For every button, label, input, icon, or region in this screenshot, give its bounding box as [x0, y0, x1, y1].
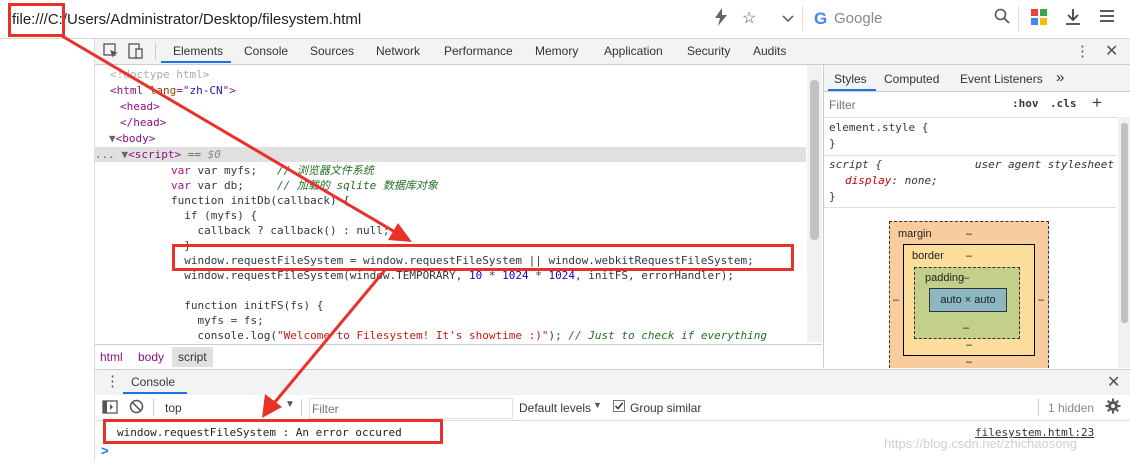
annotation-box-code: [172, 244, 794, 271]
tab-console[interactable]: Console: [244, 44, 288, 58]
context-dropdown-icon[interactable]: ▼: [285, 399, 295, 410]
watermark: https://blog.csdn.net/zhichaosong: [884, 436, 1077, 451]
group-similar-checkbox[interactable]: [613, 400, 625, 415]
google-logo-icon: G: [814, 9, 828, 28]
head-close-node[interactable]: </head>: [120, 115, 166, 130]
chevron-down-icon[interactable]: [777, 8, 799, 30]
active-tab-indicator: [828, 89, 876, 91]
tab-computed[interactable]: Computed: [884, 72, 939, 86]
annotation-box-console: [103, 419, 443, 444]
hover-state-toggle[interactable]: :hov: [1012, 97, 1039, 110]
border-top-value: –: [966, 250, 973, 262]
clear-console-icon[interactable]: [129, 399, 144, 417]
more-options-icon[interactable]: ⋮: [1075, 42, 1090, 60]
active-tab-indicator: [161, 61, 231, 63]
doctype-node[interactable]: <!doctype html>: [110, 67, 209, 82]
breadcrumb-html[interactable]: html: [100, 350, 123, 364]
margin-label: margin: [898, 228, 932, 240]
tab-elements[interactable]: Elements: [173, 44, 223, 58]
device-toolbar-icon[interactable]: [127, 43, 143, 62]
close-drawer-icon[interactable]: ✕: [1107, 372, 1120, 392]
padding-bottom-value: –: [963, 322, 970, 334]
element-style-rule[interactable]: element.style { }: [829, 120, 928, 152]
code-line-6: var var myfs; // 浏览器文件系统: [171, 164, 374, 177]
script-node[interactable]: ... ▼<script> == $0: [95, 147, 221, 162]
tab-memory[interactable]: Memory: [535, 44, 578, 58]
head-node[interactable]: <head>: [120, 99, 160, 114]
padding-label: padding: [925, 272, 965, 284]
lightning-icon[interactable]: [710, 8, 732, 30]
code-line-16: console.log("Welcome to Filesystem! It's…: [171, 329, 768, 342]
tab-event-listeners[interactable]: Event Listeners: [960, 72, 1043, 86]
inspect-element-icon[interactable]: [103, 43, 119, 62]
gear-icon[interactable]: [1105, 398, 1121, 417]
tab-performance[interactable]: Performance: [444, 44, 513, 58]
apps-icon[interactable]: [1028, 8, 1050, 30]
group-similar-label: Group similar: [630, 401, 702, 415]
breadcrumb-script[interactable]: script: [172, 347, 213, 367]
code-line-10: callback ? callback() : null;: [171, 224, 390, 237]
tab-sources[interactable]: Sources: [310, 44, 354, 58]
tab-styles[interactable]: Styles: [834, 72, 867, 86]
annotation-box-url: [8, 3, 65, 37]
devtools-tabbar: Elements Console Sources Network Perform…: [95, 39, 1130, 65]
page-viewport: [0, 39, 95, 461]
levels-dropdown-icon[interactable]: ▼: [593, 400, 602, 410]
tab-application[interactable]: Application: [604, 44, 663, 58]
tab-audits[interactable]: Audits: [753, 44, 786, 58]
tab-network[interactable]: Network: [376, 44, 420, 58]
tab-security[interactable]: Security: [687, 44, 730, 58]
class-toggle[interactable]: .cls: [1050, 97, 1077, 110]
more-tabs-icon[interactable]: »: [1056, 69, 1064, 86]
box-model-margin[interactable]: margin – – – – border – – padding – – au…: [889, 221, 1049, 368]
elements-tree: <!doctype html> <html lang="zh-CN"> <hea…: [95, 65, 807, 342]
elements-scrollbar[interactable]: [807, 65, 822, 342]
code-line-8: function initDb(callback) {: [171, 194, 350, 207]
search-box[interactable]: G Google: [808, 7, 1016, 31]
margin-left-value: –: [893, 294, 900, 306]
box-model-content[interactable]: auto × auto: [929, 288, 1007, 312]
console-filter-input[interactable]: [309, 398, 513, 419]
margin-top-value: –: [966, 228, 973, 240]
styles-filter-bar: :hov .cls +: [824, 92, 1130, 118]
border-bottom-value: –: [966, 339, 973, 351]
close-icon[interactable]: ✕: [1105, 41, 1118, 61]
code-line-15: myfs = fs;: [171, 314, 264, 327]
console-drawer-header: ⋮ Console ✕: [95, 369, 1130, 396]
hidden-count: 1 hidden: [1048, 401, 1095, 415]
margin-right-value: –: [1038, 294, 1045, 306]
styles-pane: Styles Computed Event Listeners » :hov .…: [823, 65, 1130, 368]
box-model-padding[interactable]: padding – – auto × auto: [914, 267, 1020, 339]
address-bar: file:///C:/Users/Administrator/Desktop/f…: [0, 0, 1130, 39]
body-node[interactable]: ▼<body>: [109, 131, 155, 146]
code-line-9: if (myfs) {: [171, 209, 258, 222]
script-ua-rule[interactable]: script {user agent stylesheet display: n…: [829, 157, 1114, 205]
breadcrumb: html body script: [95, 344, 822, 369]
add-rule-button[interactable]: +: [1092, 93, 1102, 113]
sidebar-toggle-icon[interactable]: [102, 400, 118, 417]
html-node[interactable]: <html lang="zh-CN">: [110, 83, 236, 98]
context-selector[interactable]: top: [165, 401, 182, 415]
breadcrumb-body[interactable]: body: [138, 350, 164, 364]
styles-filter-input[interactable]: [827, 95, 1001, 115]
console-toolbar: top ▼ Default levels ▼ Group similar 1 h…: [95, 395, 1130, 421]
download-icon[interactable]: [1062, 8, 1084, 30]
margin-bottom-value: –: [966, 356, 973, 368]
styles-tabbar: Styles Computed Event Listeners »: [824, 65, 1130, 92]
drawer-menu-icon[interactable]: ⋮: [105, 372, 120, 390]
code-line-7: var var db; // 加载的 sqlite 数据库对象: [171, 179, 438, 192]
padding-top-value: –: [963, 272, 970, 284]
border-label: border: [912, 250, 944, 262]
styles-scrollbar[interactable]: [1118, 117, 1130, 368]
search-placeholder: Google: [834, 10, 883, 27]
star-icon[interactable]: ☆: [738, 8, 760, 30]
code-line-14: function initFS(fs) {: [171, 299, 324, 312]
log-levels-dropdown[interactable]: Default levels: [519, 401, 591, 415]
tab-console-drawer[interactable]: Console: [131, 375, 175, 389]
menu-icon[interactable]: [1096, 8, 1118, 30]
search-icon[interactable]: [994, 8, 1010, 29]
box-model-border[interactable]: border – – padding – – auto × auto: [903, 244, 1035, 356]
prompt-chevron-icon: >: [101, 443, 109, 458]
